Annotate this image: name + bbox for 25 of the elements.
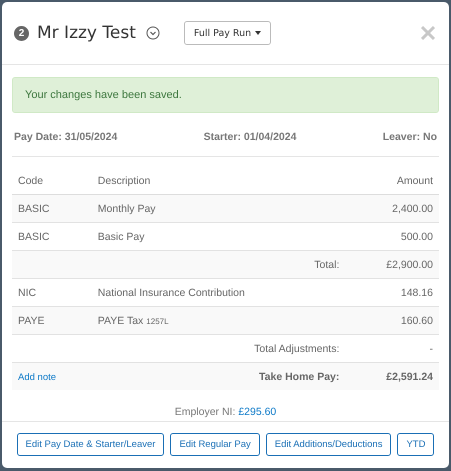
- info-text: Starter: 01/04/2024: [204, 131, 296, 143]
- employer-ni-text: Employer NI: £295.60: [174, 405, 278, 418]
- take-home-amount: £2,591.24: [345, 362, 439, 390]
- action-button[interactable]: YTD: [397, 433, 434, 456]
- total-amount: £2,900.00: [345, 250, 439, 278]
- add-note-link[interactable]: Add note: [18, 372, 56, 382]
- action-button[interactable]: Edit Regular Pay: [170, 433, 260, 456]
- action-button[interactable]: Edit Pay Date & Starter/Leaver: [16, 433, 164, 456]
- info-text: Leaver: No: [382, 131, 437, 143]
- info-text: Pay Date: 31/05/2024: [14, 131, 118, 143]
- table-cell: 160.60: [345, 306, 439, 334]
- caret-icon: [255, 30, 262, 35]
- success-alert: Your changes have been saved.: [12, 77, 439, 113]
- pay-run-dropdown[interactable]: Full Pay Run: [184, 21, 272, 45]
- table-cell: Monthly Pay: [92, 194, 346, 222]
- chevron-down-icon[interactable]: [146, 26, 160, 40]
- table-cell: PAYE: [12, 306, 92, 334]
- take-home-label: Take Home Pay:: [92, 362, 346, 390]
- action-button[interactable]: Edit Additions/Deductions: [266, 433, 392, 456]
- employee-name: Mr Izzy Test: [37, 23, 136, 43]
- count-badge: 2: [14, 26, 29, 40]
- table-cell: BASIC: [12, 194, 92, 222]
- total-label: Total:: [92, 250, 346, 278]
- table-cell: PAYE Tax 1257L: [92, 306, 346, 334]
- table-cell: 2,400.00: [345, 194, 439, 222]
